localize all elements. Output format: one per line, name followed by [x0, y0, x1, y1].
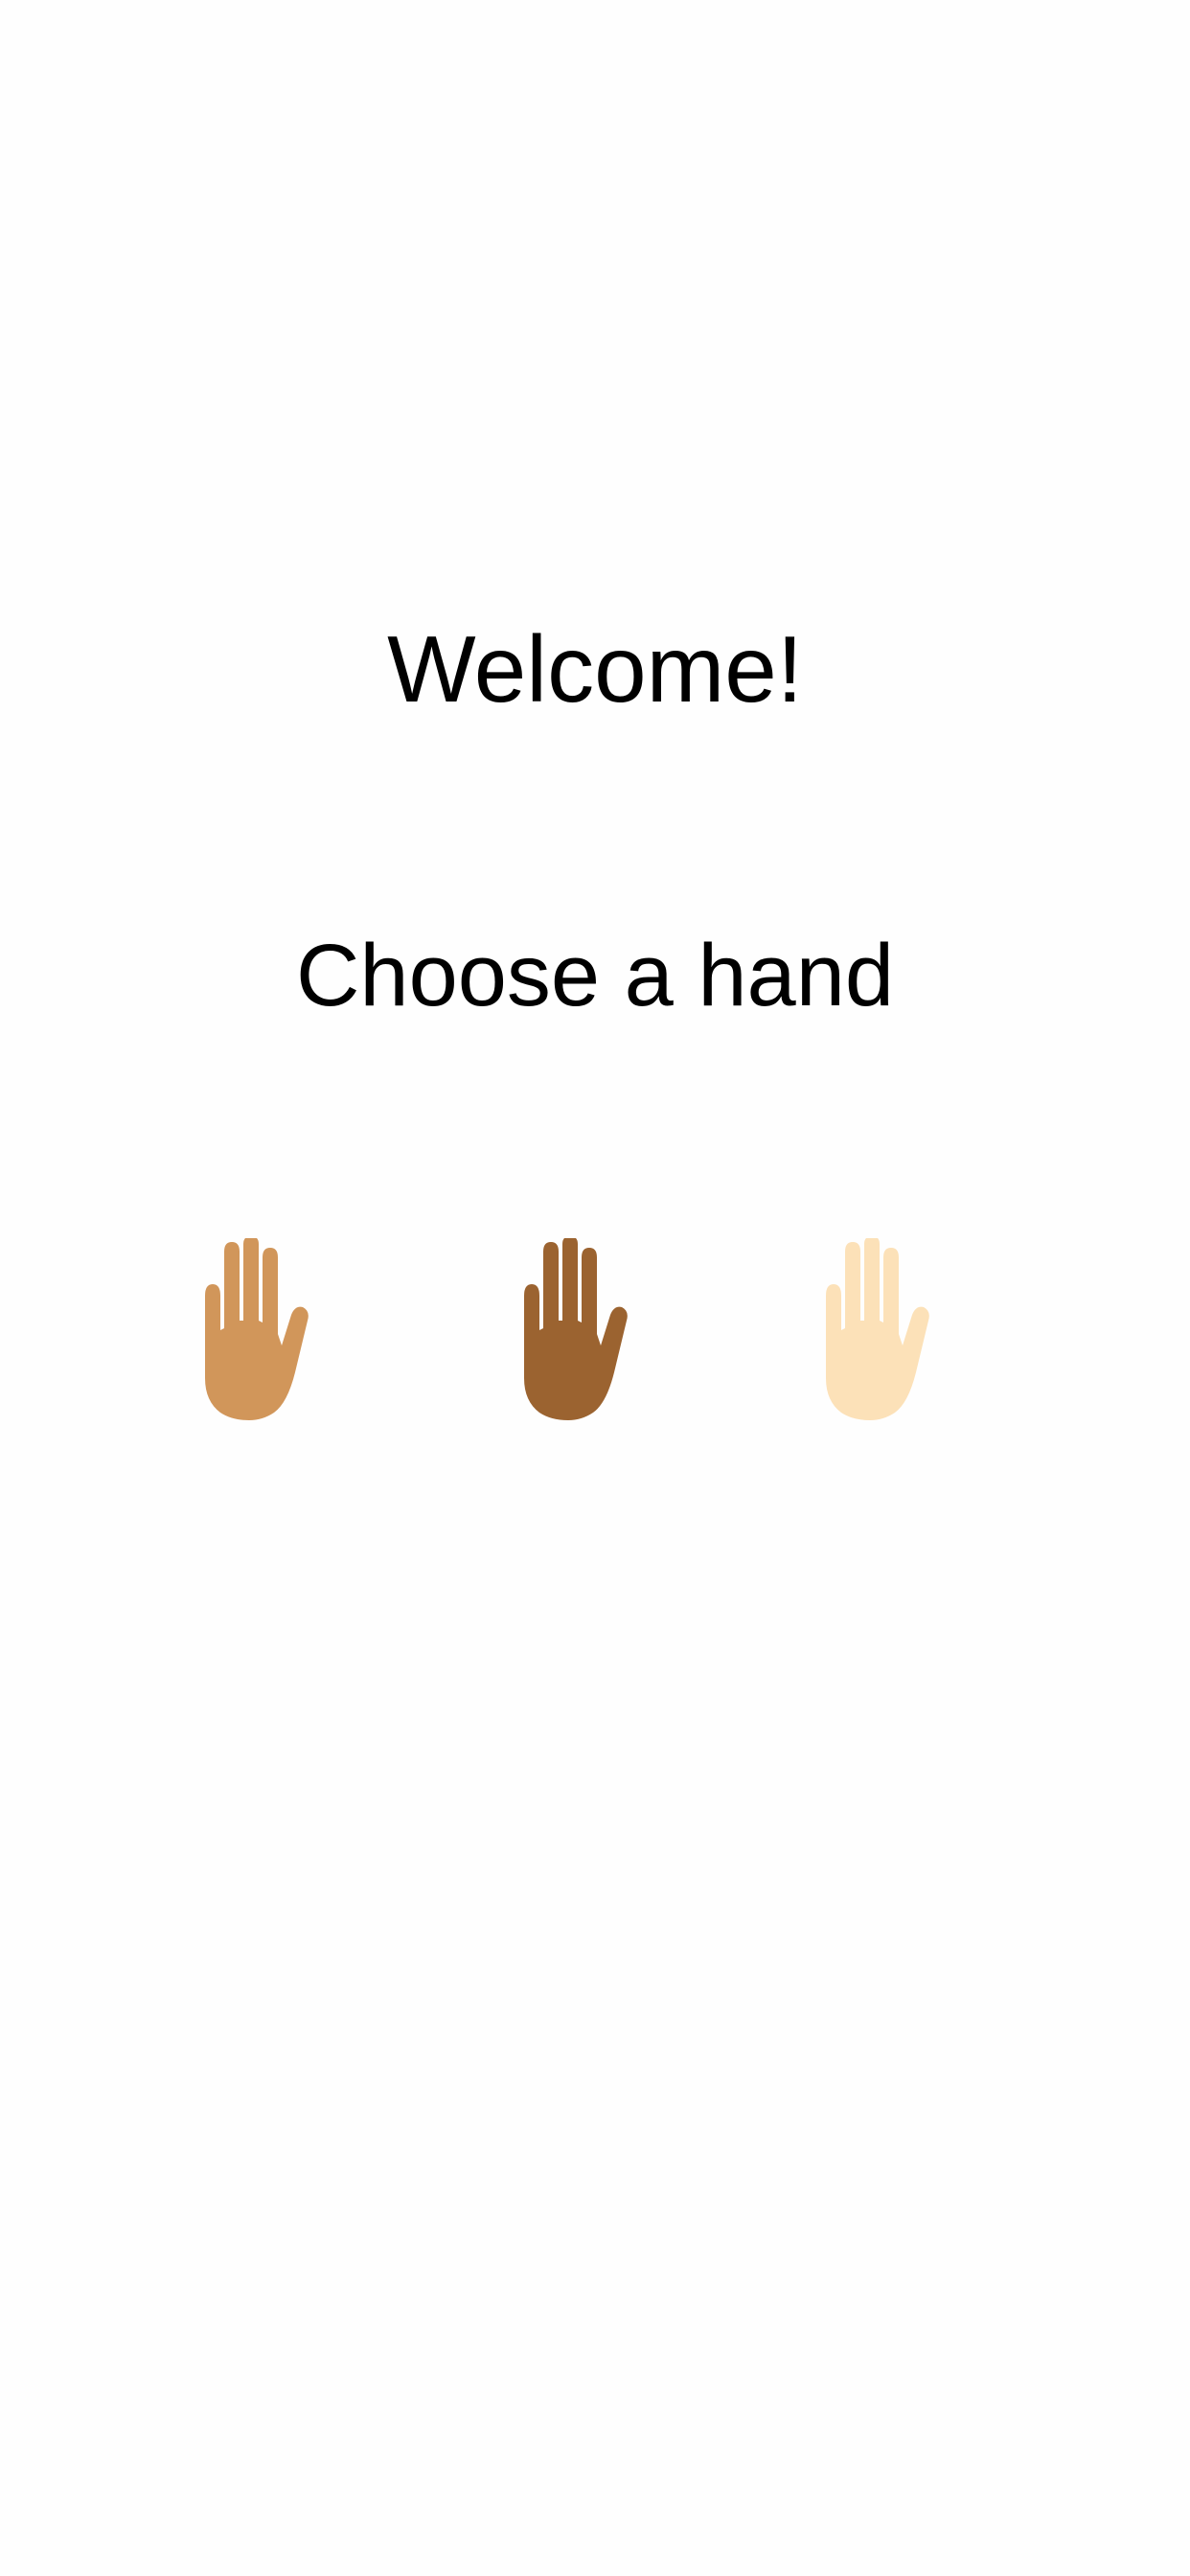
welcome-title: Welcome! [387, 616, 803, 722]
raised-hand-icon [524, 1238, 628, 1420]
hand-option-light[interactable] [816, 1238, 941, 1420]
hand-option-medium[interactable] [195, 1238, 320, 1420]
welcome-screen: Welcome! Choose a hand [0, 0, 1190, 2576]
hand-option-dark[interactable] [515, 1238, 639, 1420]
choose-hand-label: Choose a hand [295, 927, 895, 1024]
raised-hand-icon [826, 1238, 929, 1420]
raised-hand-icon [205, 1238, 309, 1420]
